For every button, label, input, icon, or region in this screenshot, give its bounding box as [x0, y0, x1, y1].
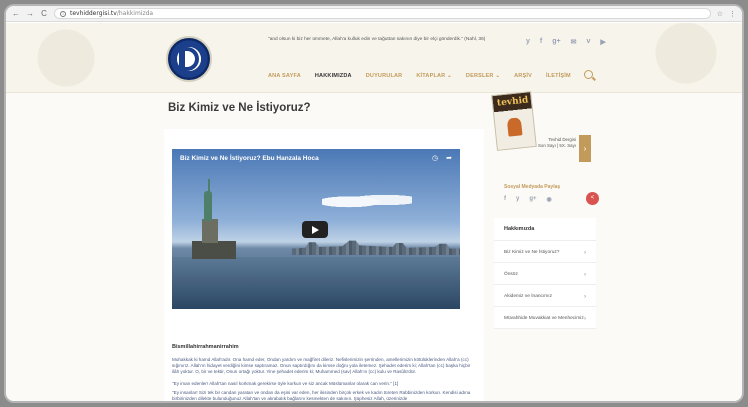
- vimeo-icon[interactable]: v: [587, 38, 591, 46]
- about-menu-item-label: Müvahhide Muvakkiat ve Menhecimiz: [504, 316, 584, 321]
- paragraph-1: Muhakkak ki hamd Allah'adır. Ona hamd ed…: [172, 357, 471, 374]
- reload-button[interactable]: C: [40, 9, 48, 18]
- site-header: "and olsun ki biz her ümmete, Allah'a ku…: [6, 23, 742, 93]
- chevron-right-icon: ›: [584, 294, 586, 300]
- menu-dersler[interactable]: DERSLER ⌄: [466, 73, 500, 79]
- chevron-right-icon: ›: [584, 250, 586, 256]
- header-social-links: y f g+ ✉ v ▶: [526, 38, 606, 46]
- paragraph-2: "Ey iman edenler! Allah'tan nasıl korkma…: [172, 381, 399, 386]
- magazine-brand: tevhid: [496, 95, 529, 109]
- about-menu-item[interactable]: Önsöz ›: [494, 263, 596, 285]
- page-title: Biz Kimiz ve Ne İstiyoruz?: [168, 102, 311, 114]
- bookmark-star-icon[interactable]: ☆: [717, 10, 723, 18]
- info-icon[interactable]: i: [60, 10, 66, 17]
- search-icon[interactable]: [584, 70, 593, 79]
- video-player[interactable]: Biz Kimiz ve Ne İstiyoruz? Ebu Hanzala H…: [172, 149, 460, 309]
- google-plus-icon[interactable]: g+: [552, 38, 560, 46]
- browser-window: ← → C i tevhiddergisi.tv/hakkimizda ☆ ⋮ …: [6, 6, 742, 401]
- magazine-caption[interactable]: Tevhid Dergisi Son Sayı | 5X. Sayı: [532, 137, 576, 149]
- web-page: "and olsun ki biz her ümmete, Allah'a ku…: [6, 23, 742, 401]
- bismillah-heading: Bismillahirrahmanirrahim: [172, 344, 239, 350]
- twitter-share-icon[interactable]: y: [516, 196, 519, 203]
- about-menu-item[interactable]: Akidemiz ve İnancımız ›: [494, 285, 596, 307]
- video-icon[interactable]: ▶: [600, 38, 605, 46]
- facebook-icon[interactable]: f: [540, 38, 542, 46]
- about-menu-item[interactable]: Biz Kimiz ve Ne İstiyoruz? ›: [494, 241, 596, 263]
- play-button[interactable]: [302, 221, 328, 238]
- whatsapp-share-icon[interactable]: ◉: [547, 196, 552, 203]
- video-title[interactable]: Biz Kimiz ve Ne İstiyoruz? Ebu Hanzala H…: [180, 155, 319, 162]
- about-menu-title: Hakkımızda: [494, 218, 596, 241]
- facebook-share-icon[interactable]: f: [504, 196, 506, 203]
- header-quote: "and olsun ki biz her ümmete, Allah'a ku…: [268, 37, 486, 42]
- menu-hakkimizda[interactable]: HAKKIMIZDA: [315, 73, 352, 79]
- chevron-right-icon: ›: [584, 272, 586, 278]
- youtube-icon[interactable]: y: [526, 38, 530, 46]
- menu-iletisim[interactable]: İLETİŞİM: [546, 73, 571, 79]
- magazine-caption-issue: Son Sayı | 5X. Sayı: [538, 143, 576, 148]
- url-path: /hakkimizda: [116, 10, 154, 17]
- url-host: tevhiddergisi.tv: [70, 10, 117, 17]
- about-menu-item[interactable]: Müvahhide Muvakkiat ve Menhecimiz ›: [494, 307, 596, 329]
- about-menu-item-label: Akidemiz ve İnancımız: [504, 294, 552, 299]
- site-logo[interactable]: [166, 36, 212, 82]
- menu-duyurular[interactable]: DUYURULAR: [366, 73, 403, 79]
- about-menu-item-label: Biz Kimiz ve Ne İstiyoruz?: [504, 250, 560, 255]
- magazine-cover[interactable]: tevhid: [491, 91, 537, 151]
- menu-arsiv[interactable]: ARŞİV: [514, 73, 532, 79]
- browser-menu-icon[interactable]: ⋮: [729, 10, 736, 18]
- menu-kitaplar[interactable]: KİTAPLAR ⌄: [416, 73, 452, 79]
- main-menu: ANA SAYFA HAKKIMIZDA DUYURULAR KİTAPLAR …: [268, 73, 571, 79]
- share-title: Sosyal Medyada Paylaş: [504, 184, 561, 190]
- share-links: f y g+ ◉: [504, 196, 552, 203]
- magazine-next-button[interactable]: ›: [579, 135, 591, 162]
- about-menu-item-label: Önsöz: [504, 272, 518, 277]
- forward-button[interactable]: →: [26, 9, 34, 18]
- chevron-right-icon: ›: [584, 316, 586, 322]
- address-bar[interactable]: i tevhiddergisi.tv/hakkimizda: [54, 8, 711, 19]
- browser-toolbar: ← → C i tevhiddergisi.tv/hakkimizda ☆ ⋮: [6, 6, 742, 22]
- menu-ana-sayfa[interactable]: ANA SAYFA: [268, 73, 301, 79]
- share-toggle-button[interactable]: <: [586, 192, 599, 205]
- about-menu: Hakkımızda Biz Kimiz ve Ne İstiyoruz? › …: [494, 218, 596, 329]
- main-content: Biz Kimiz ve Ne İstiyoruz? Ebu Hanzala H…: [164, 129, 484, 401]
- share-icon[interactable]: ➦: [446, 154, 452, 162]
- mail-icon[interactable]: ✉: [571, 38, 577, 46]
- watch-later-icon[interactable]: ◷: [432, 154, 438, 162]
- back-button[interactable]: ←: [12, 9, 20, 18]
- paragraph-3: "Ey insanlar! Sizi tek bir candan yarata…: [172, 390, 471, 401]
- lamp-image: [506, 117, 523, 137]
- google-share-icon[interactable]: g+: [529, 196, 536, 203]
